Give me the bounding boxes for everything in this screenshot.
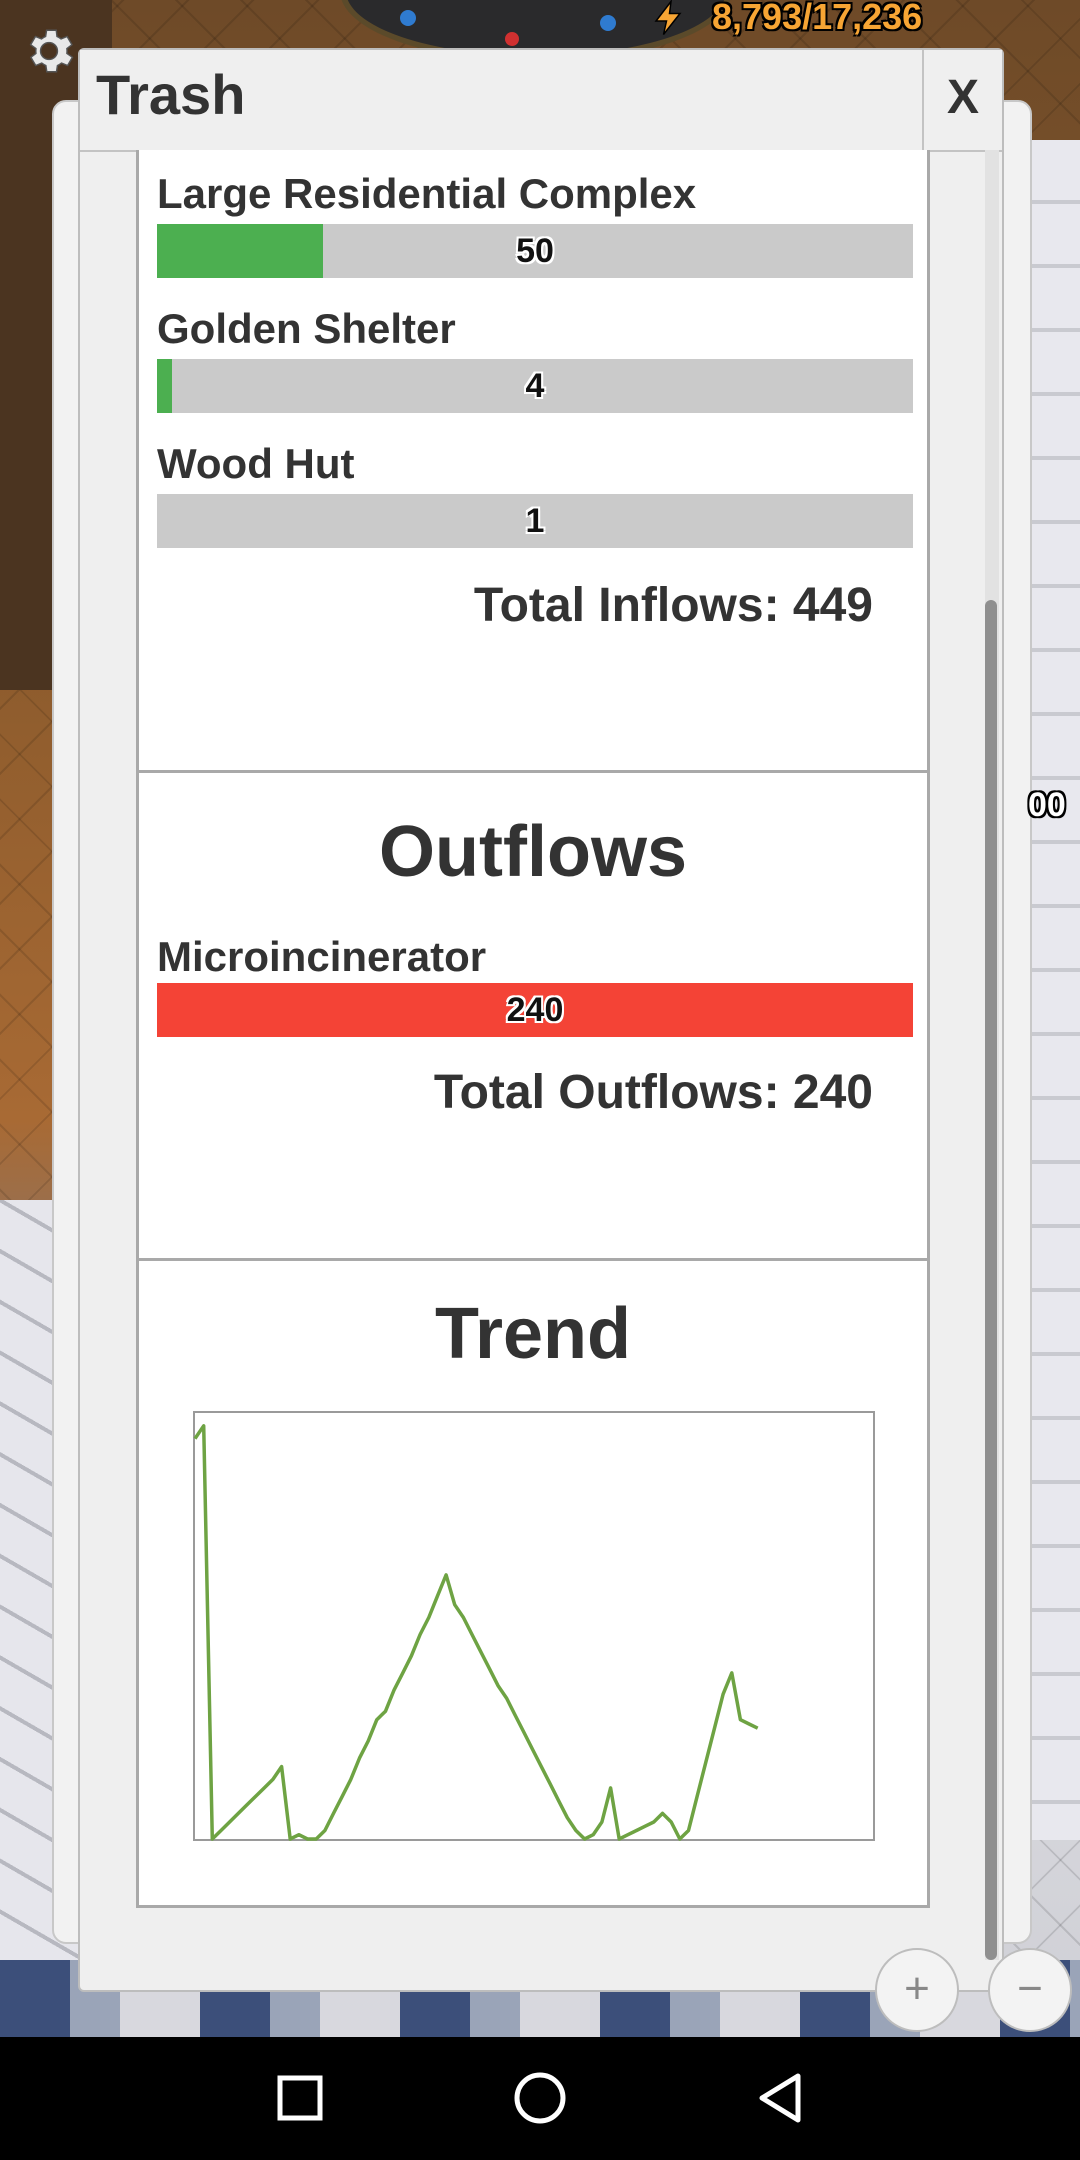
close-button[interactable]: X: [922, 50, 1002, 150]
trend-chart: [193, 1411, 875, 1841]
energy-readout: 8,793/17,236: [712, 0, 923, 37]
popup-title: Trash: [96, 63, 246, 126]
android-nav-bar: [0, 2037, 1080, 2160]
background-light: [505, 32, 519, 46]
gear-icon[interactable]: [20, 22, 78, 80]
outflow-bar: 240: [157, 983, 913, 1037]
zoom-in-button[interactable]: +: [875, 1948, 959, 2032]
background-light: [600, 15, 616, 31]
scrollbar-thumb[interactable]: [985, 600, 997, 1960]
trend-heading: Trend: [434, 1294, 632, 1374]
outflows-heading: Outflows: [379, 812, 687, 892]
inflows-panel: Large Residential Complex 50 Golden Shel…: [136, 150, 930, 802]
zoom-out-button[interactable]: −: [988, 1948, 1072, 2032]
inflow-label: Wood Hut: [157, 440, 355, 487]
home-circle-icon[interactable]: [480, 2037, 600, 2160]
background-light: [400, 10, 416, 26]
trash-popup: Trash X Large Residential Complex 50 Gol…: [78, 48, 1004, 1992]
inflow-value: 1: [525, 502, 545, 540]
recents-square-icon[interactable]: [240, 2037, 360, 2160]
lightning-icon: [654, 0, 682, 35]
outflow-value: 240: [506, 991, 564, 1029]
inflow-bar: 50: [157, 224, 913, 278]
chart-frame: [193, 1411, 875, 1841]
inflow-value: 50: [516, 232, 554, 270]
trend-panel: Trend: [136, 1258, 930, 1908]
outflows-panel: Outflows Microincinerator 240 Total Outf…: [136, 770, 930, 1288]
popup-header: Trash X: [80, 50, 1002, 152]
inflow-bar: 1: [157, 494, 913, 548]
back-triangle-icon[interactable]: [720, 2037, 840, 2160]
inflow-value: 4: [525, 367, 545, 405]
inflow-bar: 4: [157, 359, 913, 413]
inflow-label: Golden Shelter: [157, 305, 456, 352]
total-outflows: Total Outflows: 240: [433, 1066, 873, 1119]
inflow-label: Large Residential Complex: [157, 170, 697, 217]
side-counter: 00: [1028, 786, 1066, 824]
total-inflows: Total Inflows: 449: [473, 579, 873, 632]
outflow-label: Microincinerator: [157, 933, 487, 980]
